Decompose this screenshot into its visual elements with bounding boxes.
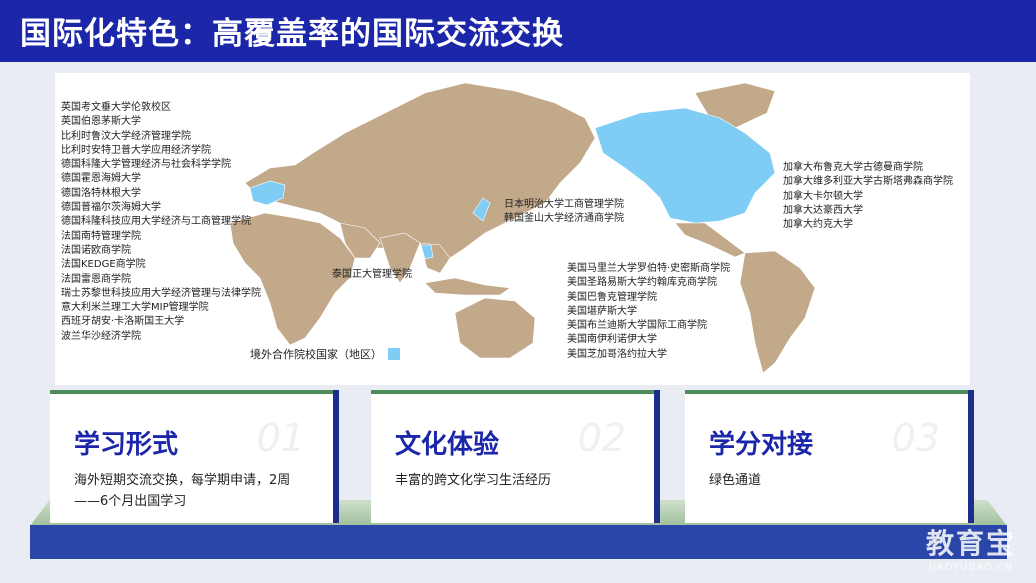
- card-culture-experience: 02 文化体验 丰富的跨文化学习生活经历: [371, 390, 654, 523]
- list-item: 意大利米兰理工大学MIP管理学院: [61, 302, 209, 314]
- australia-landmass: [454, 297, 536, 359]
- thailand-partner-label: 泰国正大管理学院: [332, 268, 412, 282]
- watermark-sub: JIAOYUBAO.CN: [929, 562, 1013, 573]
- page-title: 国际化特色：高覆盖率的国际交流交换: [20, 16, 564, 52]
- card-text: 丰富的跨文化学习生活经历: [395, 473, 552, 488]
- card-study-format: 01 学习形式 海外短期交流交换，每学期申请，2周——6个月出国学习: [50, 390, 333, 523]
- card-number: 02: [577, 416, 626, 460]
- list-item: 泰国正大管理学院: [332, 269, 412, 280]
- card-title: 文化体验: [395, 430, 500, 460]
- list-item: 法国南特管理学院: [61, 230, 141, 242]
- list-item: 法国雷恩商学院: [61, 273, 131, 285]
- list-item: 美国南伊利诺伊大学: [567, 334, 657, 346]
- list-item: 美国圣路易斯大学约翰库克商学院: [567, 277, 717, 289]
- list-item: 法国诺欧商学院: [61, 244, 131, 256]
- list-item: 德国科隆大学管理经济与社会科学学院: [61, 159, 231, 171]
- list-item: 加拿大维多利亚大学古斯塔弗森商学院: [783, 176, 953, 188]
- card-text: 海外短期交流交换，每学期申请，2周——6个月出国学习: [74, 473, 291, 509]
- list-item: 美国芝加哥洛约拉大学: [567, 348, 667, 360]
- list-item: 韩国釜山大学经济通商学院: [504, 213, 624, 225]
- list-item: 西班牙胡安·卡洛斯国王大学: [61, 316, 185, 328]
- indonesia-landmass: [424, 277, 511, 296]
- list-item: 加拿大卡尔顿大学: [783, 190, 863, 202]
- title-bar: 国际化特色：高覆盖率的国际交流交换: [0, 0, 1036, 62]
- east-asia-partner-list: 日本明治大学工商管理学院 韩国釜山大学经济通商学院: [504, 198, 624, 227]
- card-number: 03: [891, 416, 940, 460]
- europe-partner-list: 英国考文垂大学伦敦校区 英国伯恩茅斯大学 比利时鲁汶大学经济管理学院 比利时安特…: [61, 101, 261, 344]
- card-title: 学习形式: [74, 430, 179, 460]
- watermark-main: 教育宝: [925, 527, 1016, 560]
- card-text: 绿色通道: [709, 473, 762, 488]
- list-item: 加拿大布鲁克大学古德曼商学院: [783, 162, 923, 173]
- list-item: 法国KEDGE商学院: [61, 259, 146, 271]
- list-item: 德国霍恩海姆大学: [61, 173, 141, 185]
- legend-swatch: [388, 348, 400, 360]
- list-item: 比利时安特卫普大学应用经济学院: [61, 144, 211, 156]
- list-item: 德国科隆科技应用大学经济与工商管理学院: [61, 216, 251, 228]
- list-item: 美国马里兰大学罗伯特·史密斯商学院: [567, 263, 731, 274]
- legend-label: 境外合作院校国家（地区）: [250, 348, 382, 361]
- list-item: 英国伯恩茅斯大学: [61, 116, 141, 128]
- list-item: 加拿大达豪西大学: [783, 204, 863, 216]
- list-item: 瑞士苏黎世科技应用大学经济管理与法律学院: [61, 287, 261, 299]
- usa-partner-list: 美国马里兰大学罗伯特·史密斯商学院 美国圣路易斯大学约翰库克商学院 美国巴鲁克管…: [567, 262, 730, 362]
- canada-partner-list: 加拿大布鲁克大学古德曼商学院 加拿大维多利亚大学古斯塔弗森商学院 加拿大卡尔顿大…: [783, 161, 953, 232]
- thailand-highlight: [420, 244, 434, 260]
- list-item: 英国考文垂大学伦敦校区: [61, 102, 171, 113]
- watermark-logo: 教育宝 JIAOYUBAO.CN: [926, 522, 1016, 573]
- card-title: 学分对接: [709, 430, 814, 460]
- world-map-panel: 英国考文垂大学伦敦校区 英国伯恩茅斯大学 比利时鲁汶大学经济管理学院 比利时安特…: [55, 73, 970, 385]
- list-item: 德国洛特林根大学: [61, 187, 141, 199]
- list-item: 美国巴鲁克管理学院: [567, 291, 657, 303]
- map-legend: 境外合作院校国家（地区）: [250, 346, 400, 362]
- list-item: 日本明治大学工商管理学院: [504, 199, 624, 210]
- south-america-landmass: [739, 250, 816, 374]
- card-number: 01: [256, 416, 305, 460]
- list-item: 美国布兰迪斯大学国际工商学院: [567, 320, 707, 332]
- list-item: 加拿大约克大学: [783, 219, 853, 231]
- card-credit-transfer: 03 学分对接 绿色通道: [685, 390, 968, 523]
- stage-base: [30, 525, 1007, 559]
- list-item: 德国普福尔茨海姆大学: [61, 202, 161, 214]
- list-item: 美国堪萨斯大学: [567, 305, 637, 317]
- list-item: 比利时鲁汶大学经济管理学院: [61, 130, 191, 142]
- list-item: 波兰华沙经济学院: [61, 330, 141, 342]
- central-america-landmass: [674, 222, 746, 258]
